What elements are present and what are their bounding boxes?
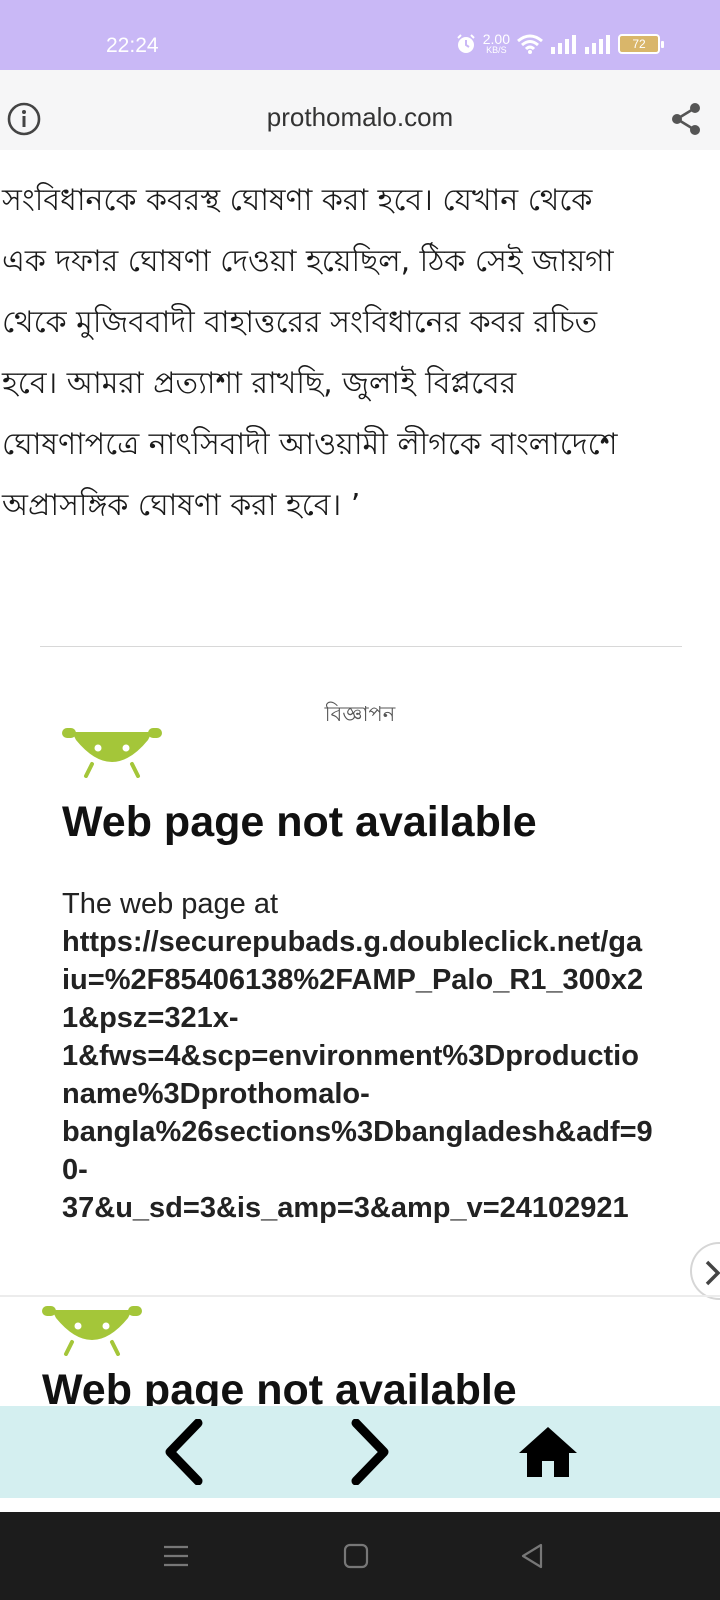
error-url-line: 1&psz=321x-: [62, 1002, 239, 1034]
nav-gap: [0, 1498, 720, 1512]
share-icon[interactable]: [670, 102, 702, 136]
error-title: Web page not available: [62, 798, 537, 846]
bottom-nav: [0, 1406, 720, 1498]
forward-icon: [351, 1419, 389, 1485]
status-icons: 2.00 KB/S 72: [455, 32, 664, 55]
card-edge: [0, 1295, 720, 1297]
error-intro: The web page at: [62, 888, 279, 920]
home-icon: [519, 1427, 577, 1477]
system-back-button[interactable]: [514, 1538, 550, 1574]
section-divider: [40, 646, 682, 647]
system-home-button[interactable]: [338, 1538, 374, 1574]
chevron-right-icon: [705, 1260, 720, 1286]
forward-button[interactable]: [334, 1416, 406, 1488]
article-line: হবে। আমরা প্রত্যাশা রাখছি, জুলাই বিপ্লবে…: [2, 366, 517, 401]
recents-icon: [164, 1545, 188, 1567]
system-nav-bar: [0, 1512, 720, 1600]
article-paragraph: সংবিধানকে কবরস্থ ঘোষণা করা হবে। যেখান থে…: [2, 170, 720, 536]
signal-icon: [551, 34, 576, 54]
ad-error-frame: Web page not available The web page at h…: [62, 728, 662, 1227]
home-button[interactable]: [512, 1416, 584, 1488]
error-url-line: 0-: [62, 1154, 88, 1186]
recents-button[interactable]: [158, 1538, 194, 1574]
wifi-icon: [517, 34, 543, 54]
android-error-icon: [62, 728, 162, 778]
error-url-line: bangla%26sections%3Dbangladesh&adf=9: [62, 1116, 653, 1148]
status-time: 22:24: [106, 34, 159, 57]
article-line: অপ্রাসঙ্গিক ঘোষণা করা হবে। ’: [2, 488, 361, 523]
back-button[interactable]: [148, 1416, 220, 1488]
error-title-2: Web page not available: [42, 1366, 517, 1406]
alarm-icon: [457, 33, 475, 53]
error-body: The web page at https://securepubads.g.d…: [62, 885, 662, 1227]
error-url-line: 37&u_sd=3&is_amp=3&amp_v=24102921: [62, 1192, 629, 1224]
ad-error-frame-2: Web page not available: [42, 1306, 682, 1406]
article-line: ঘোষণাপত্রে নাৎসিবাদী আওয়ামী লীগকে বাংলা…: [2, 427, 618, 462]
article-line: সংবিধানকে কবরস্থ ঘোষণা করা হবে। যেখান থে…: [2, 183, 593, 218]
back-triangle-icon: [521, 1543, 543, 1569]
error-url-line: 1&fws=4&scp=environment%3Dproductio: [62, 1040, 639, 1072]
error-url: https://securepubads.g.doubleclick.net/g…: [62, 923, 662, 1227]
net-speed-value: 2.00: [482, 31, 510, 47]
status-bar: 22:24 2.00 KB/S 72: [0, 0, 720, 70]
net-speed: 2.00 KB/S: [483, 32, 510, 55]
error-url-line: https://securepubads.g.doubleclick.net/g…: [62, 926, 643, 958]
article-body: সংবিধানকে কবরস্থ ঘোষণা করা হবে। যেখান থে…: [0, 150, 720, 650]
error-url-line: name%3Dprothomalo-: [62, 1078, 370, 1110]
article-line: এক দফার ঘোষণা দেওয়া হয়েছিল, ঠিক সেই জা…: [2, 244, 614, 279]
article-line: থেকে মুজিববাদী বাহাত্তরের সংবিধানের কবর …: [2, 305, 598, 340]
url-text[interactable]: prothomalo.com: [0, 102, 720, 133]
home-square-icon: [343, 1543, 369, 1569]
url-bar: prothomalo.com: [0, 70, 720, 150]
signal-icon: [585, 34, 610, 54]
android-error-icon: [42, 1306, 142, 1356]
back-icon: [165, 1419, 203, 1485]
net-speed-unit: KB/S: [486, 45, 507, 55]
error-url-line: iu=%2F85406138%2FAMP_Palo_R1_300x2: [62, 964, 644, 996]
ad-next-button[interactable]: [690, 1242, 720, 1300]
battery-icon: 72: [618, 33, 664, 54]
